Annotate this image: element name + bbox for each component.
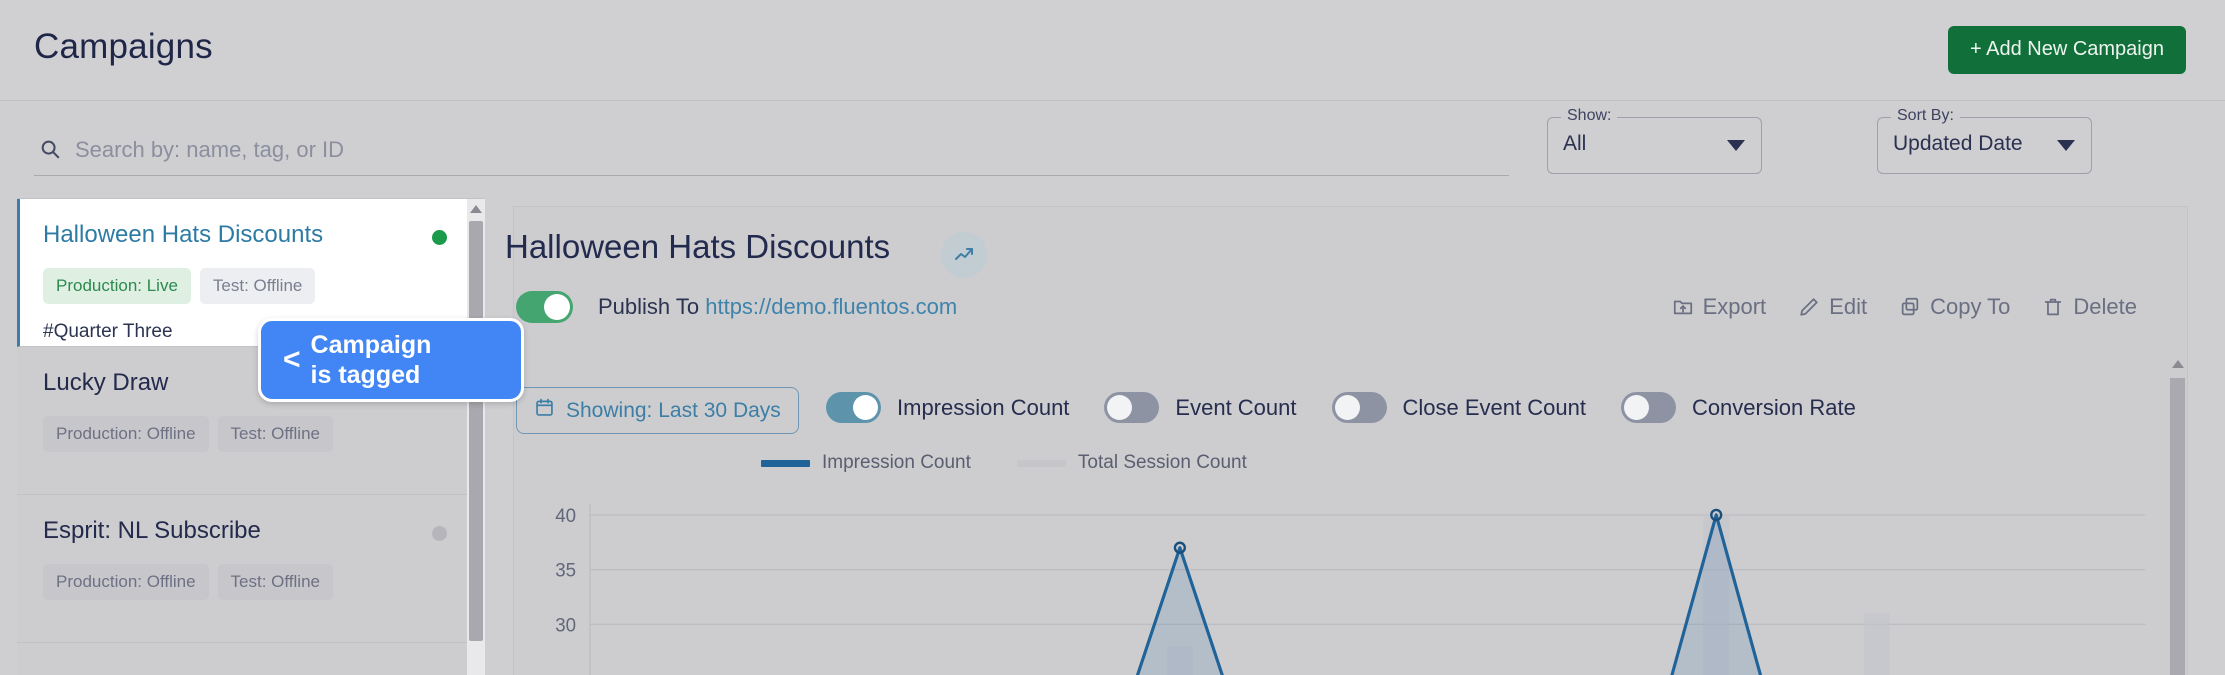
toggle-knob	[544, 294, 570, 320]
impression-count-toggle[interactable]	[826, 392, 881, 423]
metric-event-count[interactable]: Event Count	[1104, 392, 1297, 423]
copy-icon	[1899, 296, 1921, 318]
sort-by-select[interactable]: Sort By: Updated Date	[1877, 107, 2092, 174]
page-header: Campaigns + Add New Campaign	[0, 0, 2225, 101]
publish-toggle[interactable]	[516, 291, 573, 323]
sort-by-value: Updated Date	[1893, 132, 2023, 155]
toggle-knob	[1334, 395, 1360, 420]
show-filter-label: Show:	[1561, 107, 1618, 125]
detail-action-bar: Export Edit Copy To Delete	[1672, 294, 2137, 320]
event-count-toggle[interactable]	[1104, 392, 1160, 423]
conversion-rate-label: Conversion Rate	[1691, 394, 1856, 420]
event-count-label: Event Count	[1175, 394, 1297, 420]
sort-by-label: Sort By:	[1891, 107, 1960, 125]
campaign-status-chips: Production: Offline Test: Offline	[43, 416, 459, 452]
scrollbar-thumb[interactable]	[469, 221, 483, 641]
toggle-knob	[1107, 395, 1133, 420]
scroll-up-arrow-icon[interactable]	[2172, 360, 2184, 368]
show-filter-value: All	[1563, 132, 1587, 155]
show-filter-select[interactable]: Show: All	[1547, 107, 1762, 174]
metric-impression-count[interactable]: Impression Count	[826, 392, 1069, 423]
chart-canvas: 40 35 30	[555, 504, 2146, 675]
legend-swatch	[761, 459, 810, 467]
page-title: Campaigns	[34, 27, 213, 66]
metric-conversion-rate[interactable]: Conversion Rate	[1620, 392, 1856, 423]
chart-legend: Impression Count Total Session Count	[761, 452, 1247, 474]
analytics-chart: Impression Count Total Session Count 40 3…	[513, 452, 2165, 675]
campaign-list: Halloween Hats Discounts Production: Liv…	[17, 198, 485, 675]
search-input[interactable]	[75, 132, 1495, 168]
svg-text:35: 35	[555, 560, 576, 581]
campaign-name: Halloween Hats Discounts	[43, 221, 324, 248]
list-vertical-scrollbar[interactable]	[467, 199, 485, 675]
campaign-tagged-tooltip: < Campaign is tagged	[258, 318, 524, 402]
scroll-up-arrow-icon[interactable]	[470, 205, 482, 213]
search-icon	[39, 138, 61, 160]
status-dot-icon	[432, 526, 447, 541]
copy-to-label: Copy To	[1930, 294, 2011, 319]
legend-item-impression-count[interactable]: Impression Count	[761, 452, 971, 474]
campaign-name: Esprit: NL Subscribe	[43, 517, 261, 544]
copy-to-button[interactable]: Copy To	[1899, 294, 2010, 320]
add-new-campaign-button[interactable]: + Add New Campaign	[1947, 26, 2186, 74]
trash-icon	[2042, 296, 2064, 318]
campaign-status-chips: Production: Offline Test: Offline	[43, 564, 459, 600]
close-event-count-label: Close Event Count	[1402, 394, 1586, 420]
filter-bar: Show: All Sort By: Updated Date	[0, 101, 2225, 198]
legend-label: Total Session Count	[1077, 452, 1247, 473]
scrollbar-thumb[interactable]	[2170, 378, 2185, 675]
delete-label: Delete	[2073, 294, 2137, 319]
campaign-detail-title: Halloween Hats Discounts	[505, 228, 891, 265]
trend-up-icon[interactable]	[941, 232, 987, 278]
toggle-knob	[853, 395, 878, 420]
chevron-left-icon: <	[283, 343, 301, 376]
chevron-down-icon[interactable]	[2057, 140, 2075, 151]
campaign-list-item[interactable]: Esprit: NL Subscribe Production: Offline…	[17, 495, 485, 643]
legend-item-total-session-count[interactable]: Total Session Count	[1016, 452, 1247, 474]
publish-to-text: Publish To	[598, 294, 700, 319]
legend-swatch	[1016, 459, 1066, 467]
metric-toggle-group: Impression Count Event Count Close Event…	[826, 392, 1891, 423]
legend-label: Impression Count	[822, 452, 971, 473]
test-status-chip: Test: Offline	[217, 416, 333, 452]
status-dot-icon	[432, 230, 447, 245]
conversion-rate-toggle[interactable]	[1620, 392, 1676, 423]
search-field-wrapper[interactable]	[34, 126, 1509, 176]
impression-count-label: Impression Count	[897, 394, 1070, 420]
export-icon	[1672, 296, 1694, 318]
chevron-down-icon[interactable]	[1727, 140, 1745, 151]
production-status-chip: Production: Live	[43, 268, 191, 304]
tooltip-line-2: is tagged	[310, 361, 421, 389]
campaigns-page: Campaigns + Add New Campaign Show: All S…	[0, 0, 2225, 675]
campaign-status-chips: Production: Live Test: Offline	[43, 268, 459, 304]
production-status-chip: Production: Offline	[43, 564, 209, 600]
date-range-label: Showing: Last 30 Days	[566, 398, 781, 422]
svg-text:40: 40	[555, 505, 576, 526]
publish-to-label: Publish To https://demo.fluentos.com	[598, 294, 957, 320]
main-vertical-scrollbar[interactable]	[2169, 250, 2186, 675]
pencil-icon	[1798, 296, 1820, 318]
metric-close-event-count[interactable]: Close Event Count	[1331, 392, 1586, 423]
close-event-count-toggle[interactable]	[1331, 392, 1387, 423]
edit-label: Edit	[1829, 294, 1868, 319]
publish-url-link[interactable]: https://demo.fluentos.com	[705, 294, 957, 319]
tooltip-text: Campaign is tagged	[311, 330, 432, 391]
export-label: Export	[1702, 294, 1767, 319]
production-status-chip: Production: Offline	[43, 416, 209, 452]
toggle-knob	[1623, 395, 1649, 420]
test-status-chip: Test: Offline	[199, 268, 316, 304]
delete-button[interactable]: Delete	[2042, 294, 2137, 320]
calendar-icon	[534, 397, 555, 424]
tooltip-line-1: Campaign	[310, 330, 432, 359]
svg-text:30: 30	[555, 614, 576, 635]
date-range-selector[interactable]: Showing: Last 30 Days	[516, 387, 799, 434]
edit-button[interactable]: Edit	[1798, 294, 1867, 320]
test-status-chip: Test: Offline	[217, 564, 333, 600]
export-button[interactable]: Export	[1672, 294, 1767, 320]
